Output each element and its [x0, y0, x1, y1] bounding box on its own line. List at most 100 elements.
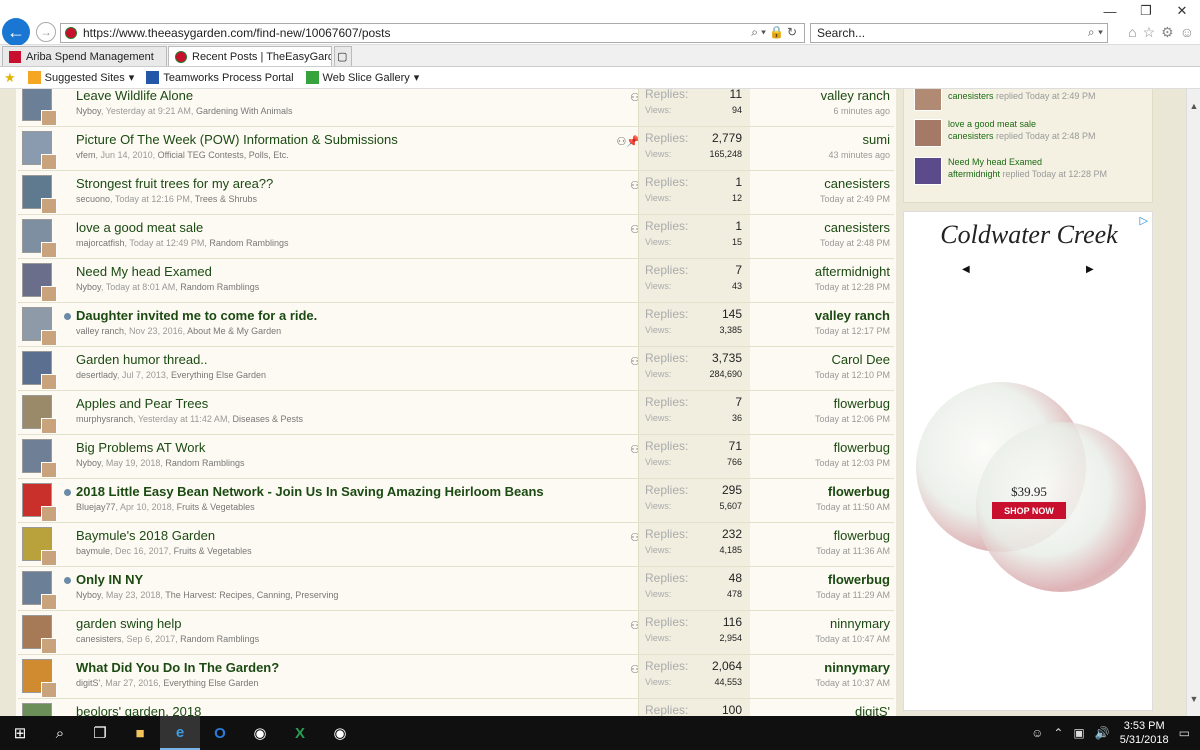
last-post-user[interactable]: flowerbug: [760, 484, 890, 499]
thread-row[interactable]: Apples and Pear Trees murphysranch, Yeste…: [18, 391, 894, 435]
thread-author[interactable]: digitS': [76, 678, 100, 688]
thread-forum[interactable]: Official TEG Contests, Polls, Etc.: [158, 150, 289, 160]
forward-button[interactable]: →: [36, 22, 56, 42]
thread-author[interactable]: Nyboy: [76, 458, 101, 468]
ad-next-arrow[interactable]: ▶: [1086, 264, 1094, 275]
thread-row[interactable]: garden swing help canesisters, Sep 6, 201…: [18, 611, 894, 655]
last-post-time[interactable]: Today at 11:36 AM: [760, 546, 890, 556]
avatar[interactable]: [22, 307, 57, 346]
recent-user[interactable]: canesisters: [948, 131, 994, 141]
thread-forum[interactable]: The Harvest: Recipes, Canning, Preservin…: [165, 590, 338, 600]
last-post-user[interactable]: aftermidnight: [760, 264, 890, 279]
fav-suggested-sites[interactable]: Suggested Sites ▾: [27, 71, 134, 84]
last-post-time[interactable]: Today at 12:17 PM: [760, 326, 890, 336]
search-icon[interactable]: ⌕: [751, 25, 761, 39]
avatar[interactable]: [22, 89, 57, 126]
mini-avatar[interactable]: [41, 286, 57, 302]
avatar[interactable]: [22, 263, 57, 302]
thread-title[interactable]: Garden humor thread..: [76, 352, 208, 367]
thread-row[interactable]: Picture Of The Week (POW) Information & …: [18, 127, 894, 171]
thread-forum[interactable]: Everything Else Garden: [171, 370, 266, 380]
avatar[interactable]: [22, 483, 57, 522]
thread-title[interactable]: Picture Of The Week (POW) Information & …: [76, 132, 398, 147]
thread-row[interactable]: Need My head Examed Nyboy, Today at 8:01 …: [18, 259, 894, 303]
smiley-icon[interactable]: ☺: [1180, 24, 1194, 41]
ie-button[interactable]: e: [160, 716, 200, 750]
mini-avatar[interactable]: [41, 594, 57, 610]
restore-button[interactable]: ❐: [1128, 0, 1164, 22]
thread-author[interactable]: canesisters: [76, 634, 122, 644]
thread-author[interactable]: secuono: [76, 194, 110, 204]
thread-author[interactable]: valley ranch: [76, 326, 124, 336]
recent-user[interactable]: aftermidnight: [948, 169, 1000, 179]
thread-row[interactable]: Only IN NY Nyboy, May 23, 2018, The Harve…: [18, 567, 894, 611]
thread-row[interactable]: Strongest fruit trees for my area?? secuo…: [18, 171, 894, 215]
last-post-user[interactable]: ninnymary: [760, 616, 890, 631]
thread-author[interactable]: baymule: [76, 546, 110, 556]
thread-forum[interactable]: Random Ramblings: [180, 282, 259, 292]
last-post-time[interactable]: Today at 2:49 PM: [760, 194, 890, 204]
thread-row[interactable]: Baymule's 2018 Garden baymule, Dec 16, 20…: [18, 523, 894, 567]
avatar[interactable]: [22, 703, 52, 716]
page-scrollbar[interactable]: ▲ ▼: [1186, 89, 1200, 716]
lock-icon[interactable]: 🔒: [769, 25, 787, 39]
advertisement[interactable]: ▷ Coldwater Creek ◀ ▶ $39.95 SHOP NOW: [903, 211, 1153, 711]
mini-avatar[interactable]: [41, 418, 57, 434]
avatar[interactable]: [22, 131, 57, 170]
thread-title[interactable]: Apples and Pear Trees: [76, 396, 208, 411]
thread-forum[interactable]: Fruits & Vegetables: [174, 546, 252, 556]
clock[interactable]: 3:53 PM 5/31/2018: [1120, 719, 1169, 747]
thread-forum[interactable]: Gardening With Animals: [196, 106, 293, 116]
thread-row[interactable]: Leave Wildlife Alone Nyboy, Yesterday at …: [18, 89, 894, 127]
thread-row[interactable]: Big Problems AT Work Nyboy, May 19, 2018,…: [18, 435, 894, 479]
thread-forum[interactable]: About Me & My Garden: [187, 326, 281, 336]
thread-title[interactable]: Strongest fruit trees for my area??: [76, 176, 273, 191]
thread-title[interactable]: love a good meat sale: [76, 220, 203, 235]
favorites-star-icon[interactable]: ☆: [1143, 24, 1156, 41]
settings-gear-icon[interactable]: ⚙: [1161, 24, 1174, 41]
address-bar[interactable]: https://www.theeasygarden.com/find-new/1…: [60, 23, 805, 43]
avatar[interactable]: [22, 395, 57, 434]
mini-avatar[interactable]: [41, 110, 57, 126]
last-post-time[interactable]: Today at 10:47 AM: [760, 634, 890, 644]
fav-teamworks[interactable]: Teamworks Process Portal: [146, 71, 294, 84]
thread-row[interactable]: What Did You Do In The Garden? digitS', M…: [18, 655, 894, 699]
mini-avatar[interactable]: [41, 682, 57, 698]
last-post-user[interactable]: canesisters: [760, 176, 890, 191]
thread-row[interactable]: beolors' garden, 2018, , Replies:100View…: [18, 699, 894, 716]
last-post-user[interactable]: valley ranch: [760, 89, 890, 103]
ad-shop-now-button[interactable]: SHOP NOW: [992, 502, 1066, 519]
search-button[interactable]: ⌕ ▾: [1088, 25, 1103, 40]
mini-avatar[interactable]: [41, 462, 57, 478]
avatar[interactable]: [22, 527, 57, 566]
scroll-down-icon[interactable]: ▼: [1187, 692, 1200, 706]
scroll-up-icon[interactable]: ▲: [1187, 99, 1200, 113]
fav-web-slice[interactable]: Web Slice Gallery ▾: [305, 71, 419, 84]
thread-forum[interactable]: Trees & Shrubs: [195, 194, 257, 204]
thread-author[interactable]: Nyboy: [76, 106, 101, 116]
mini-avatar[interactable]: [41, 374, 57, 390]
thread-author[interactable]: majorcatfish: [76, 238, 125, 248]
thread-title[interactable]: Big Problems AT Work: [76, 440, 205, 455]
recent-title[interactable]: love a good meat sale: [948, 119, 1036, 129]
thread-forum[interactable]: Random Ramblings: [165, 458, 244, 468]
mini-avatar[interactable]: [41, 506, 57, 522]
last-post-user[interactable]: digitS': [760, 704, 890, 716]
avatar[interactable]: [22, 351, 57, 390]
last-post-time[interactable]: Today at 12:06 PM: [760, 414, 890, 424]
avatar[interactable]: [22, 571, 57, 610]
close-button[interactable]: ✕: [1164, 0, 1200, 22]
last-post-time[interactable]: Today at 12:03 PM: [760, 458, 890, 468]
thread-title[interactable]: Baymule's 2018 Garden: [76, 528, 215, 543]
task-view-button[interactable]: ❐: [80, 716, 120, 750]
last-post-time[interactable]: Today at 12:10 PM: [760, 370, 890, 380]
app-button[interactable]: ◉: [240, 716, 280, 750]
last-post-time[interactable]: Today at 11:29 AM: [760, 590, 890, 600]
last-post-time[interactable]: Today at 2:48 PM: [760, 238, 890, 248]
thread-row[interactable]: Daughter invited me to come for a ride. v…: [18, 303, 894, 347]
thread-author[interactable]: Nyboy: [76, 282, 101, 292]
thread-title[interactable]: Leave Wildlife Alone: [76, 89, 193, 103]
last-post-time[interactable]: Today at 12:28 PM: [760, 282, 890, 292]
mini-avatar[interactable]: [41, 242, 57, 258]
network-icon[interactable]: ▣: [1073, 726, 1084, 740]
